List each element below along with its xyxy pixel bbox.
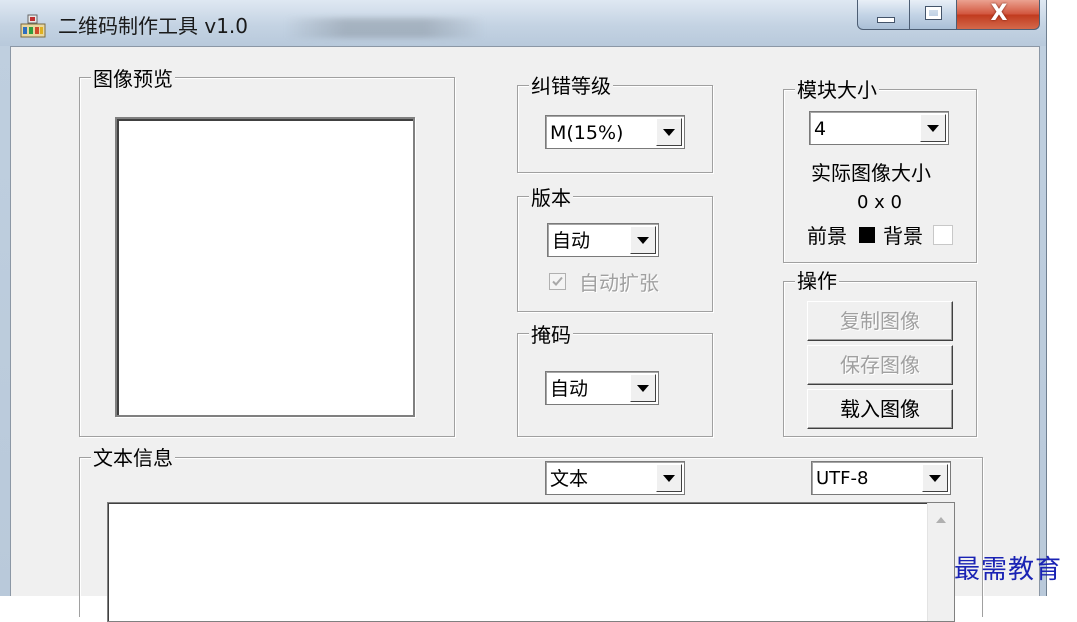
chevron-down-icon[interactable] <box>656 118 682 146</box>
foreground-color-swatch[interactable] <box>859 227 875 243</box>
mask-label: 掩码 <box>529 323 573 347</box>
scroll-up-icon[interactable] <box>936 517 946 523</box>
watermark-text: 最需教育 <box>954 555 1063 585</box>
version-value: 自动 <box>552 230 591 252</box>
app-icon <box>20 14 46 38</box>
close-icon: X <box>990 1 1008 26</box>
error-correction-select[interactable]: M(15%) <box>545 115 685 149</box>
checkmark-icon <box>552 276 563 286</box>
error-correction-value: M(15%) <box>550 122 624 144</box>
load-image-button[interactable]: 载入图像 <box>807 389 953 429</box>
chevron-down-icon[interactable] <box>630 374 656 402</box>
preview-group-label: 图像预览 <box>91 67 175 91</box>
mask-select[interactable]: 自动 <box>545 371 659 405</box>
dialog-client-area: 图像预览 纠错等级 M(15%) 版本 自动 自动扩张 掩码 自动 模块大小 4… <box>10 46 1040 622</box>
close-button[interactable]: X <box>956 0 1040 30</box>
text-type-select[interactable]: 文本 <box>545 461 685 495</box>
encoding-value: UTF-8 <box>816 468 869 489</box>
actual-size-value: 0 x 0 <box>857 192 902 213</box>
encoding-select[interactable]: UTF-8 <box>811 461 951 495</box>
title-bar-glass <box>285 18 485 38</box>
auto-expand-label: 自动扩张 <box>579 271 659 295</box>
version-select[interactable]: 自动 <box>547 223 659 257</box>
foreground-label: 前景 <box>807 224 847 248</box>
text-info-label: 文本信息 <box>91 446 175 470</box>
copy-image-button[interactable]: 复制图像 <box>807 301 953 341</box>
operations-label: 操作 <box>795 269 839 293</box>
text-content-input[interactable] <box>107 502 955 622</box>
module-size-select[interactable]: 4 <box>809 111 949 145</box>
background-color-swatch[interactable] <box>933 225 953 245</box>
text-type-value: 文本 <box>550 468 589 490</box>
maximize-icon <box>925 6 942 20</box>
chevron-down-icon[interactable] <box>922 464 948 492</box>
chevron-down-icon[interactable] <box>656 464 682 492</box>
auto-expand-checkbox[interactable] <box>549 273 566 290</box>
mask-value: 自动 <box>550 378 589 400</box>
qr-preview-image <box>115 117 415 417</box>
save-image-button[interactable]: 保存图像 <box>807 345 953 385</box>
module-size-value: 4 <box>814 118 827 140</box>
version-label: 版本 <box>529 186 573 210</box>
text-scrollbar[interactable] <box>927 503 954 621</box>
title-bar[interactable]: 二维码制作工具 v1.0 X <box>0 0 1046 46</box>
module-size-label: 模块大小 <box>795 78 879 102</box>
error-correction-label: 纠错等级 <box>529 74 613 98</box>
actual-size-label: 实际图像大小 <box>811 161 931 185</box>
chevron-down-icon[interactable] <box>920 114 946 142</box>
minimize-button[interactable] <box>857 0 910 30</box>
window-title: 二维码制作工具 v1.0 <box>58 14 248 38</box>
background-label: 背景 <box>883 224 923 248</box>
chevron-down-icon[interactable] <box>630 226 656 254</box>
maximize-button[interactable] <box>909 0 957 30</box>
minimize-icon <box>877 17 895 23</box>
